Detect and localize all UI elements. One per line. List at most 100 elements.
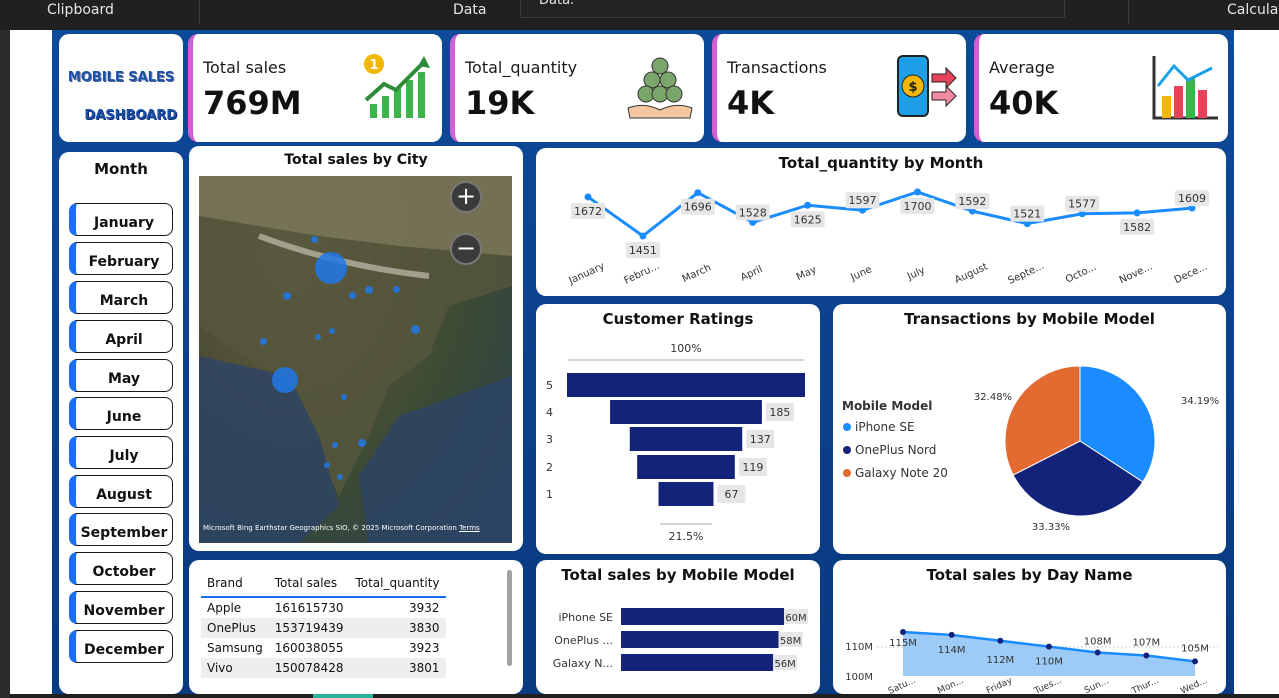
zoom-out-button[interactable]: − (450, 233, 482, 265)
city-bubble[interactable] (365, 286, 373, 294)
x-tick-label: Sun... (1083, 676, 1111, 694)
city-bubble[interactable] (311, 236, 318, 243)
ribbon-calculation-group[interactable]: Calculat (1227, 2, 1279, 18)
transactions-pie-chart[interactable]: 34.19% 33.33% 32.48% (833, 304, 1226, 554)
kpi-total-quantity: Total_quantity 19K (450, 34, 704, 142)
x-tick-label: Tues... (1032, 676, 1063, 694)
svg-text:1: 1 (369, 58, 378, 73)
month-option-june[interactable]: June (69, 397, 173, 430)
funnel-bar (658, 482, 714, 506)
table-cell: 3801 (349, 658, 446, 678)
kpi-transactions: Transactions 4K $ (712, 34, 966, 142)
data-label: 67 (724, 488, 738, 501)
data-label: 1597 (849, 194, 877, 207)
svg-text:$: $ (908, 80, 917, 95)
kpi-value: 4K (727, 84, 775, 122)
month-option-november[interactable]: November (69, 591, 173, 624)
funnel-bar (637, 455, 735, 479)
ribbon-data-group[interactable]: Data (453, 2, 486, 18)
table-cell: 3923 (408, 641, 440, 655)
ribbon-fragment: Data. (520, 0, 1065, 18)
x-tick-label: Febru... (622, 261, 661, 287)
funnel-bar (629, 427, 743, 451)
x-tick-label: July (905, 265, 927, 283)
data-label: 1451 (629, 244, 657, 257)
category-label: OnePlus ... (554, 634, 613, 647)
city-bubble[interactable] (349, 292, 356, 299)
category-label: Galaxy N... (553, 657, 613, 670)
ribbon-clipboard-group[interactable]: Clipboard (47, 2, 114, 18)
city-bubble[interactable] (272, 367, 298, 393)
data-label: 137 (750, 433, 771, 446)
data-point (639, 232, 647, 240)
customer-ratings-card: Customer Ratings 100% 21.5% 5 4 185 3 137 2 119 1… (536, 304, 820, 554)
data-label: 185 (769, 406, 790, 419)
table-scrollbar[interactable] (507, 570, 512, 666)
ribbon-bar: Clipboard Data Data. Calculat (0, 0, 1279, 30)
column-header[interactable]: Total sales (268, 570, 350, 598)
city-bubble[interactable] (411, 325, 420, 334)
city-bubble[interactable] (337, 474, 343, 480)
category-label: 5 (546, 379, 553, 392)
month-slicer: Month January February March April May J… (59, 152, 183, 694)
month-option-may[interactable]: May (69, 359, 173, 392)
month-option-august[interactable]: August (69, 475, 173, 508)
city-bubble[interactable] (332, 442, 338, 448)
table-cell: 150078428 (268, 658, 350, 678)
x-tick-label: Friday (985, 676, 1015, 694)
data-point (1046, 643, 1052, 650)
month-option-july[interactable]: July (69, 436, 173, 469)
month-option-december[interactable]: December (69, 630, 173, 663)
city-bubble[interactable] (315, 252, 347, 284)
data-label: 1700 (903, 200, 931, 213)
month-option-march[interactable]: March (69, 281, 173, 314)
city-bubble[interactable] (260, 338, 267, 345)
mobile-payment-icon: $ (897, 55, 957, 117)
category-label: 1 (546, 488, 553, 501)
bar (621, 654, 774, 671)
column-header[interactable]: Brand (201, 570, 269, 598)
slice-label: 34.19% (1181, 396, 1219, 407)
map-attribution: Microsoft Bing Earthstar Geographics SIO… (203, 524, 480, 532)
data-point (997, 637, 1004, 644)
month-option-january[interactable]: January (69, 203, 173, 236)
month-option-april[interactable]: April (69, 320, 173, 353)
city-bubble[interactable] (324, 462, 330, 468)
table-header-row: Brand Total sales Total_quantity (201, 570, 446, 598)
month-option-october[interactable]: October (69, 552, 173, 585)
brand-table: Brand Total sales Total_quantity Apple 16… (201, 570, 446, 678)
sales-by-day-area-chart[interactable]: 110M 100M 115M Satu... 114M Mon... 112M Friday 1… (833, 560, 1226, 694)
y-tick-label: 110M (845, 642, 873, 653)
kpi-value: 40K (989, 84, 1059, 122)
sales-by-model-bar-chart[interactable]: iPhone SE 60M OnePlus ... 58M Galaxy N... 56M (536, 560, 820, 694)
data-label: 119 (742, 461, 763, 474)
x-tick-label: May (795, 264, 818, 283)
city-bubble[interactable] (393, 286, 400, 293)
data-label: 1592 (958, 195, 986, 208)
month-option-february[interactable]: February (69, 242, 173, 275)
city-bubble[interactable] (341, 394, 347, 400)
city-bubble[interactable] (315, 334, 321, 340)
kpi-label: Transactions (727, 58, 827, 77)
page-tab-indicator[interactable] (313, 694, 373, 698)
map-terms-link[interactable]: Terms (459, 524, 480, 532)
data-label: 105M (1181, 643, 1209, 654)
table-row: Apple 161615730 3932 (201, 597, 446, 618)
kpi-value: 769M (203, 84, 302, 122)
satellite-map[interactable]: + − Microsoft Bing Earthstar Geographics… (199, 176, 512, 543)
data-label: 115M (889, 638, 917, 649)
ratings-funnel-chart[interactable]: 100% 21.5% 5 4 185 3 137 2 119 1 67 (536, 304, 820, 554)
city-bubble[interactable] (329, 328, 335, 334)
slice-label: 32.48% (974, 392, 1012, 403)
table-row: OnePlus 153719439 3830 (201, 618, 446, 638)
month-option-september[interactable]: September (69, 513, 173, 546)
city-bubble[interactable] (358, 439, 366, 447)
table-cell: 3830 (349, 618, 446, 638)
data-point (694, 189, 702, 197)
quantity-line-chart[interactable]: 1672 January 1451 Febru... 1696 March 1528 Apri… (536, 148, 1226, 296)
x-tick-label: June (848, 264, 873, 284)
zoom-in-button[interactable]: + (450, 181, 482, 213)
column-header[interactable]: Total_quantity (349, 570, 446, 598)
landmass-shape (199, 176, 512, 543)
city-bubble[interactable] (283, 292, 291, 300)
